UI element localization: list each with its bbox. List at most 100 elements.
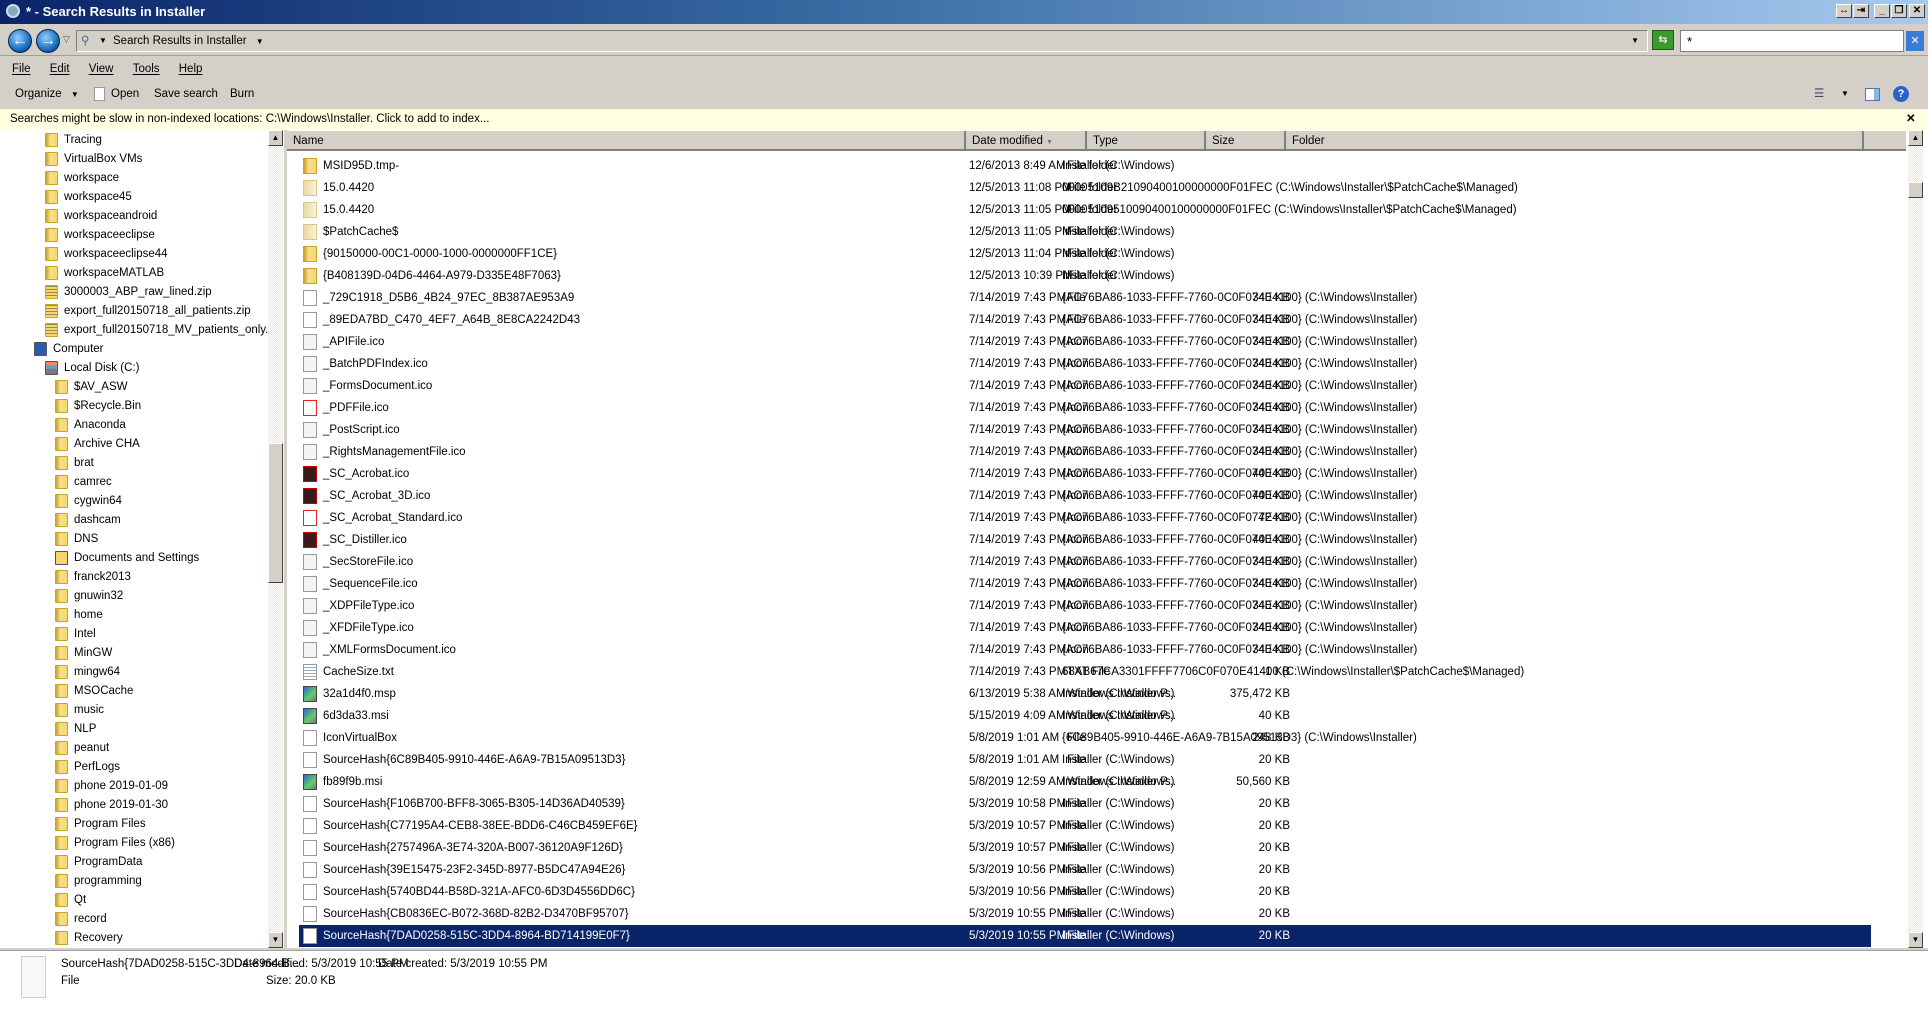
file-row[interactable]: SourceHash{2757496A-3E74-320A-B007-36120… <box>299 837 1871 859</box>
nav-item[interactable]: ProgramData <box>55 853 142 872</box>
burn-button[interactable]: Burn <box>230 81 254 107</box>
address-box[interactable]: ⚲ ▼ Search Results in Installer ▼ ▼ <box>76 30 1648 52</box>
menu-view[interactable]: View <box>89 63 114 75</box>
file-row[interactable]: SourceHash{CB0836EC-B072-368D-82B2-D3470… <box>299 903 1871 925</box>
file-row[interactable]: _SC_Acrobat_3D.ico 7/14/2019 7:43 PM Icon 4… <box>299 485 1871 507</box>
recent-pages-dropdown[interactable]: ▽ <box>63 34 70 45</box>
file-row[interactable]: SourceHash{7DAD0258-515C-3DD4-8964-BD714… <box>298 924 1872 948</box>
list-scroll-down-button[interactable]: ▼ <box>1908 932 1923 948</box>
nav-item[interactable]: franck2013 <box>55 568 131 587</box>
column-date-modified[interactable]: Date modified ▼ <box>966 131 1087 151</box>
nav-item[interactable]: workspaceeclipse <box>45 226 155 245</box>
clear-search-button[interactable]: ✕ <box>1906 31 1924 51</box>
file-row[interactable]: {B408139D-04D6-4464-A979-D335E48F7063} 12… <box>299 265 1871 287</box>
nav-item[interactable]: gnuwin32 <box>55 587 123 606</box>
nav-item[interactable]: programming <box>55 872 142 891</box>
nav-item[interactable]: Computer <box>34 340 104 359</box>
nav-item[interactable]: workspaceandroid <box>45 207 157 226</box>
file-row[interactable]: _SC_Distiller.ico 7/14/2019 7:43 PM Icon 40… <box>299 529 1871 551</box>
nav-item[interactable]: export_full20150718_all_patients.zip <box>45 302 251 321</box>
file-row[interactable]: fb89f9b.msi 5/8/2019 12:59 AM Windows Inst… <box>299 771 1871 793</box>
nav-item[interactable]: Documents and Settings <box>55 549 199 568</box>
nav-item[interactable]: NLP <box>55 720 96 739</box>
file-row[interactable]: CacheSize.txt 7/14/2019 7:43 PM TXT File 1 … <box>299 661 1871 683</box>
menu-edit[interactable]: Edit <box>50 63 70 75</box>
file-row[interactable]: IconVirtualBox 5/8/2019 1:01 AM File 248 KB… <box>299 727 1871 749</box>
save-search-button[interactable]: Save search <box>154 81 218 107</box>
nav-item[interactable]: Local Disk (C:) <box>45 359 139 378</box>
file-row[interactable]: 15.0.4420 12/5/2013 11:08 PM File folder 00… <box>299 177 1871 199</box>
nav-item[interactable]: phone 2019-01-09 <box>55 777 168 796</box>
file-row[interactable]: {90150000-00C1-0000-1000-0000000FF1CE} 12… <box>299 243 1871 265</box>
file-row[interactable]: _APIFile.ico 7/14/2019 7:43 PM Icon 340 KB{… <box>299 331 1871 353</box>
nav-item[interactable]: 3000003_ABP_raw_lined.zip <box>45 283 212 302</box>
nav-item[interactable]: Anaconda <box>55 416 126 435</box>
file-row[interactable]: _89EDA7BD_C470_4EF7_A64B_8E8CA2242D43 7/1… <box>299 309 1871 331</box>
minimize-button[interactable]: _ <box>1874 4 1890 18</box>
file-row[interactable]: SourceHash{C77195A4-CEB8-38EE-BDD6-C46CB… <box>299 815 1871 837</box>
file-row[interactable]: _SecStoreFile.ico 7/14/2019 7:43 PM Icon 34… <box>299 551 1871 573</box>
column-size[interactable]: Size <box>1206 131 1286 151</box>
breadcrumb-dropdown-icon[interactable]: ▼ <box>256 37 264 46</box>
file-row[interactable]: $PatchCache$ 12/5/2013 11:05 PM File folde… <box>299 221 1871 243</box>
nav-item[interactable]: brat <box>55 454 94 473</box>
nav-item[interactable]: Tracing <box>45 131 102 150</box>
exit-icon[interactable]: ⇥ <box>1853 4 1869 18</box>
nav-item[interactable]: MinGW <box>55 644 112 663</box>
file-row[interactable]: _BatchPDFIndex.ico 7/14/2019 7:43 PM Icon 3… <box>299 353 1871 375</box>
nav-item[interactable]: music <box>55 701 104 720</box>
nav-item[interactable]: VirtualBox VMs <box>45 150 142 169</box>
file-row[interactable]: 6d3da33.msi 5/15/2019 4:09 AM Windows Inst… <box>299 705 1871 727</box>
file-row[interactable]: 15.0.4420 12/5/2013 11:05 PM File folder 00… <box>299 199 1871 221</box>
file-row[interactable]: 32a1d4f0.msp 6/13/2019 5:38 AM Windows Ins… <box>299 683 1871 705</box>
toggle-icon[interactable]: ↔ <box>1836 4 1852 18</box>
preview-pane-icon[interactable] <box>1865 88 1880 101</box>
nav-item[interactable]: phone 2019-01-30 <box>55 796 168 815</box>
file-row[interactable]: _XDPFileType.ico 7/14/2019 7:43 PM Icon 340… <box>299 595 1871 617</box>
file-row[interactable]: MSID95D.tmp- 12/6/2013 8:49 AM File folder… <box>299 155 1871 177</box>
nav-item[interactable]: MSOCache <box>55 682 133 701</box>
refresh-button[interactable]: ⇆ <box>1652 30 1674 50</box>
scroll-up-button[interactable]: ▲ <box>268 130 283 146</box>
nav-scroll-thumb[interactable] <box>268 443 283 583</box>
file-row[interactable]: _729C1918_D5B6_4B24_97EC_8B387AE953A9 7/1… <box>299 287 1871 309</box>
list-scroll-up-button[interactable]: ▲ <box>1908 130 1923 146</box>
nav-item[interactable]: $AV_ASW <box>55 378 127 397</box>
nav-item[interactable]: camrec <box>55 473 112 492</box>
nav-item[interactable]: PerfLogs <box>55 758 120 777</box>
nav-item[interactable]: workspaceMATLAB <box>45 264 164 283</box>
help-icon[interactable]: ? <box>1893 86 1909 102</box>
file-row[interactable]: SourceHash{F106B700-BFF8-3065-B305-14D36… <box>299 793 1871 815</box>
column-folder[interactable]: Folder <box>1286 131 1864 151</box>
restore-button[interactable]: ❐ <box>1891 4 1907 18</box>
nav-item[interactable]: dashcam <box>55 511 121 530</box>
nav-item[interactable]: $Recycle.Bin <box>55 397 141 416</box>
column-type[interactable]: Type <box>1087 131 1206 151</box>
file-row[interactable]: SourceHash{6C89B405-9910-446E-A6A9-7B15A… <box>299 749 1871 771</box>
nav-item[interactable]: record <box>55 910 107 929</box>
back-button[interactable]: ← <box>8 29 32 53</box>
nav-scrollbar[interactable]: ▲ ▼ <box>268 130 283 948</box>
nav-item[interactable]: mingw64 <box>55 663 120 682</box>
forward-button[interactable]: → <box>36 29 60 53</box>
file-row[interactable]: _XFDFileType.ico 7/14/2019 7:43 PM Icon 340… <box>299 617 1871 639</box>
column-name[interactable]: Name <box>287 131 966 151</box>
file-row[interactable]: _XMLFormsDocument.ico 7/14/2019 7:43 PM Ic… <box>299 639 1871 661</box>
file-row[interactable]: _RightsManagementFile.ico 7/14/2019 7:43 … <box>299 441 1871 463</box>
file-row[interactable]: _PDFFile.ico 7/14/2019 7:43 PM Icon 340 KB{… <box>299 397 1871 419</box>
file-row[interactable]: SourceHash{39E15475-23F2-345D-8977-B5DC4… <box>299 859 1871 881</box>
index-info-bar[interactable]: Searches might be slow in non-indexed lo… <box>0 109 1928 130</box>
nav-item[interactable]: peanut <box>55 739 109 758</box>
info-bar-text[interactable]: Searches might be slow in non-indexed lo… <box>10 113 489 125</box>
nav-item[interactable]: Program Files <box>55 815 146 834</box>
file-row[interactable]: _SC_Acrobat.ico 7/14/2019 7:43 PM Icon 400 … <box>299 463 1871 485</box>
menu-file[interactable]: File <box>12 63 31 75</box>
nav-item[interactable]: DNS <box>55 530 98 549</box>
view-dropdown-icon[interactable]: ▼ <box>1841 81 1849 107</box>
view-options-icon[interactable]: ☰ <box>1814 81 1824 107</box>
nav-item[interactable]: workspace45 <box>45 188 132 207</box>
organize-button[interactable]: Organize ▼ <box>15 81 79 108</box>
close-button[interactable]: ✕ <box>1909 4 1925 18</box>
search-input[interactable] <box>1680 30 1904 52</box>
nav-item[interactable]: Recovery <box>55 929 123 948</box>
